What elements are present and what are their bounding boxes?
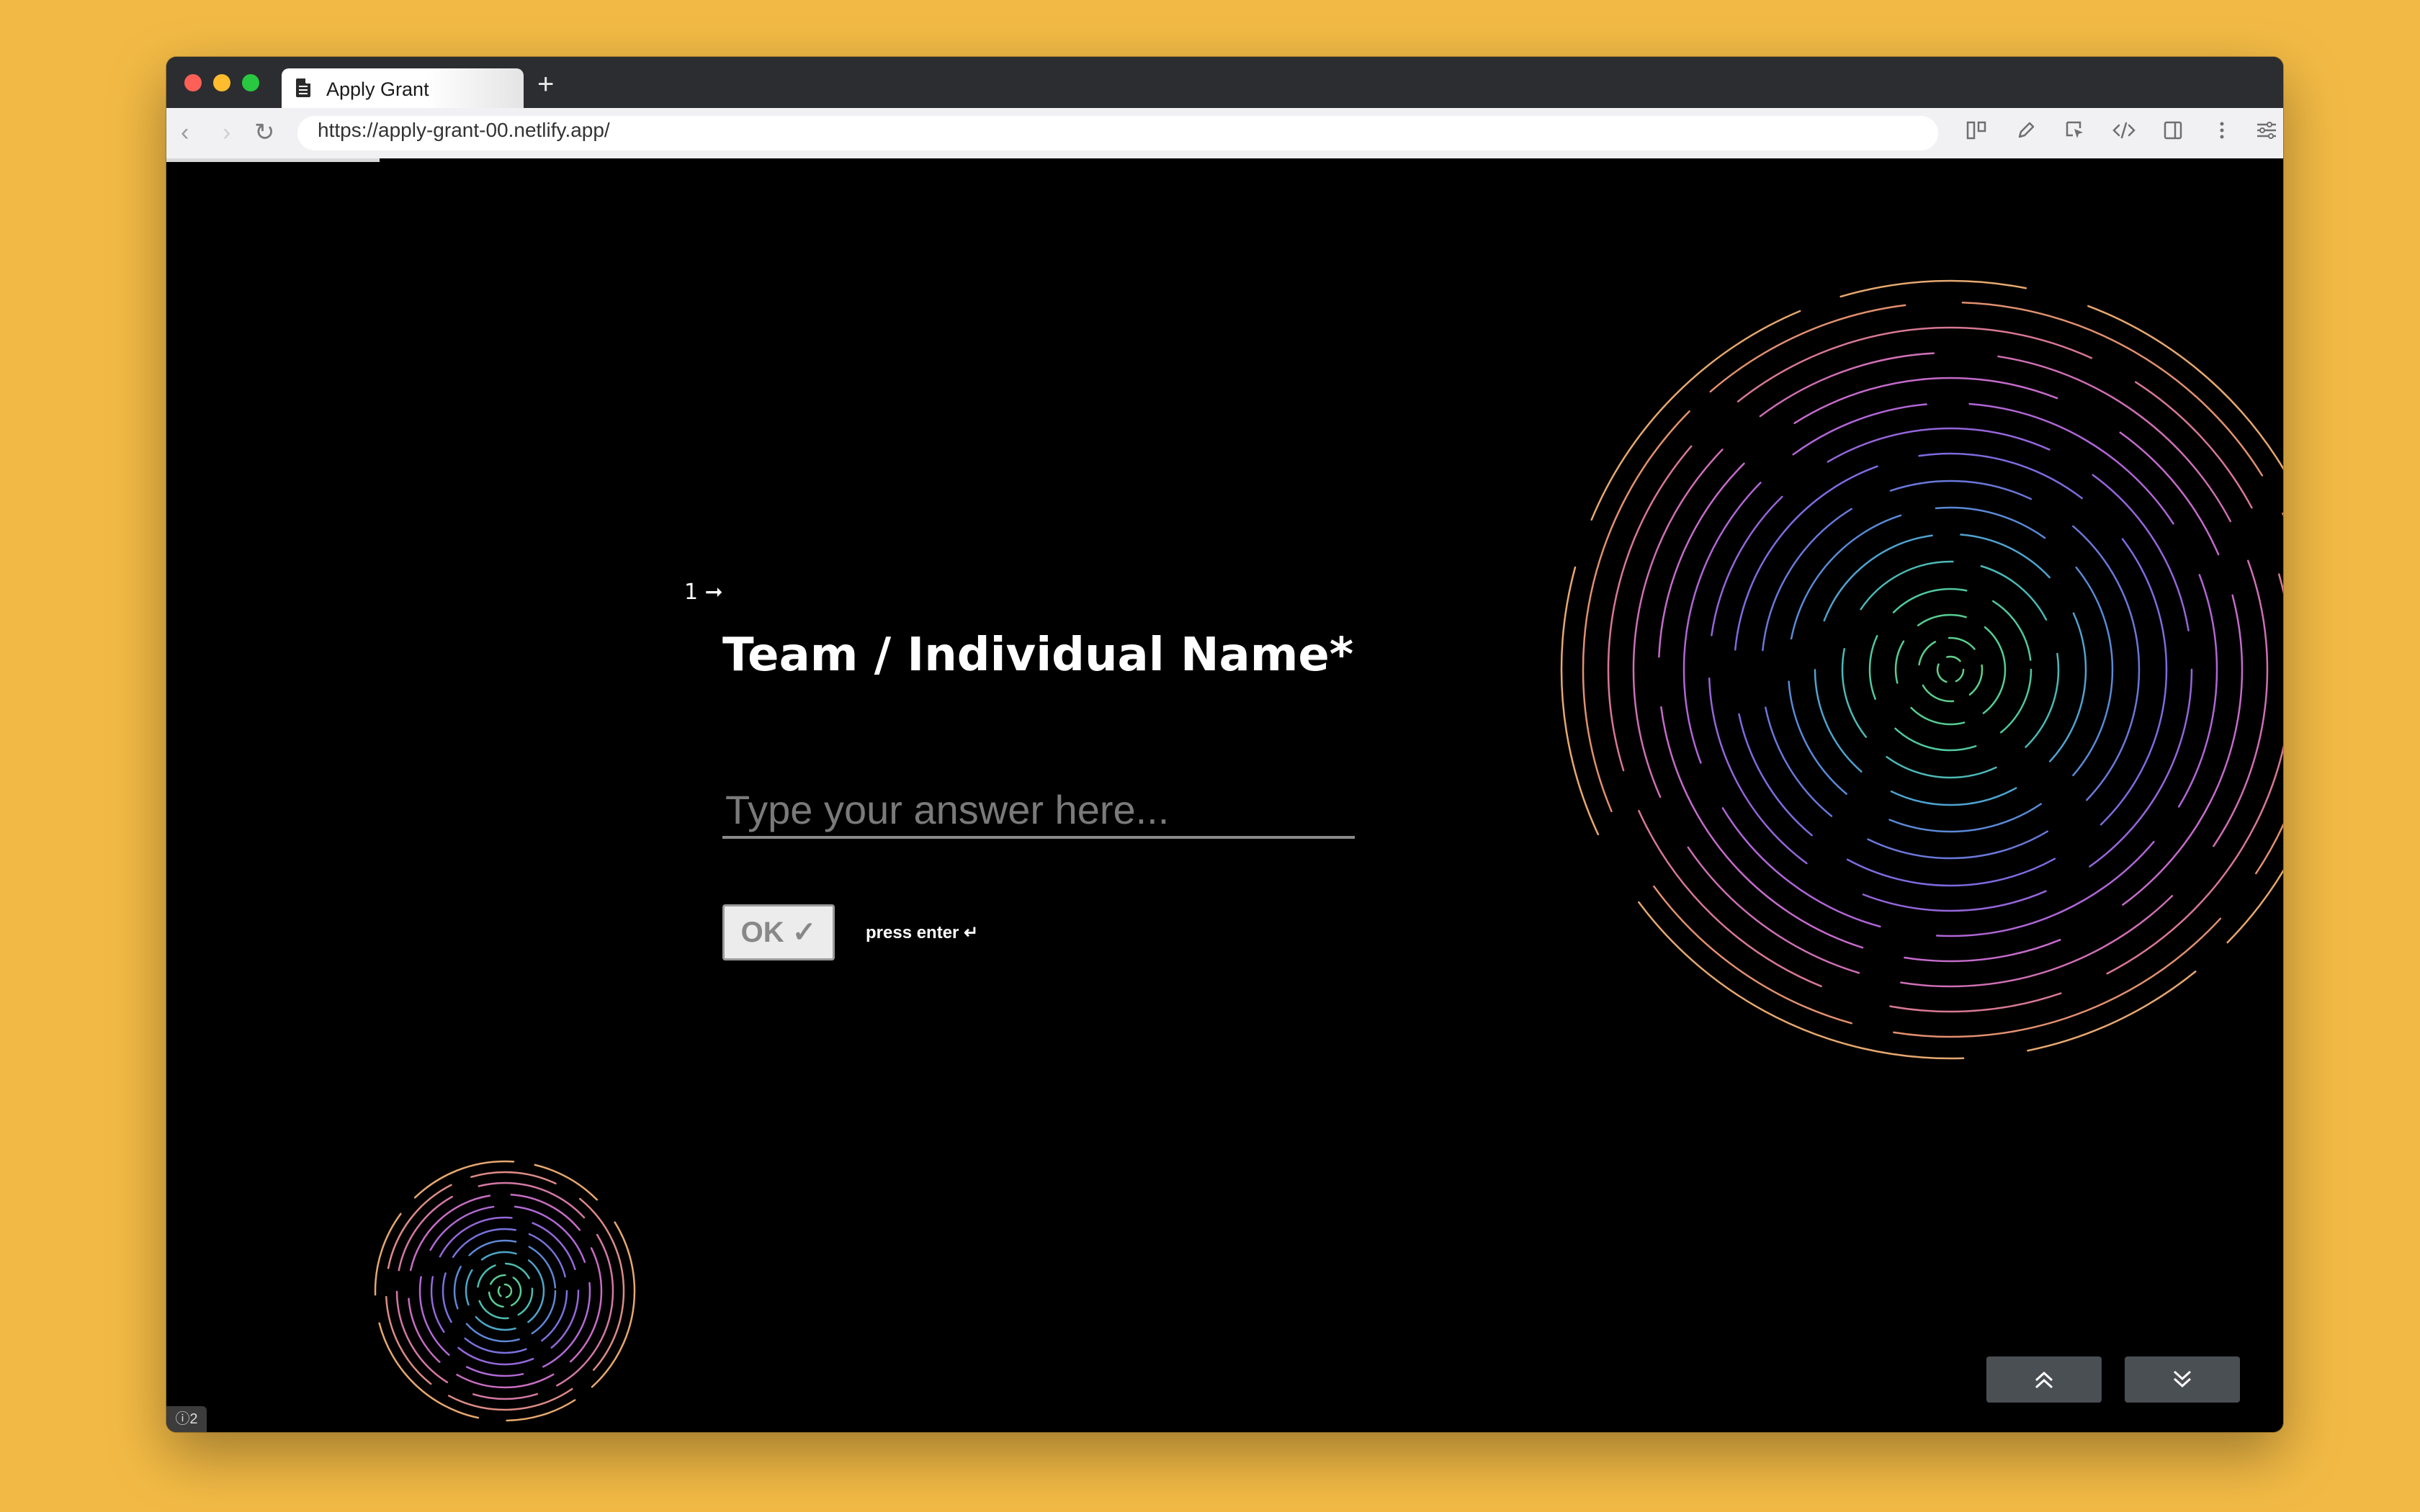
settings-sliders-icon[interactable] [2252, 120, 2281, 147]
forward-button[interactable]: › [223, 120, 230, 145]
ok-button[interactable]: OK ✓ [722, 904, 835, 960]
document-icon [296, 78, 310, 97]
browser-tab[interactable]: Apply Grant [282, 68, 524, 108]
question-number: 1 ➞ [684, 580, 723, 605]
reader-view-icon[interactable] [1963, 120, 1991, 147]
answer-input[interactable] [722, 783, 1355, 839]
tab-title: Apply Grant [326, 78, 429, 100]
small-spiral-decoration [374, 1160, 636, 1422]
reload-button[interactable]: ↻ [254, 120, 275, 145]
maximize-window-button[interactable] [242, 74, 259, 91]
browser-window: Apply Grant + ‹ › ↻ https://apply-grant-… [166, 57, 2283, 1432]
press-enter-hint: press enter ↵ [866, 923, 979, 942]
new-tab-button[interactable]: + [537, 70, 554, 99]
title-bar: Apply Grant + [166, 57, 2283, 108]
code-icon[interactable] [2110, 120, 2138, 147]
back-button[interactable]: ‹ [181, 120, 189, 145]
next-question-button[interactable] [2125, 1356, 2240, 1403]
double-chevron-up-icon [2035, 1371, 2053, 1389]
minimize-window-button[interactable] [213, 74, 230, 91]
sidebar-icon[interactable] [2159, 120, 2187, 147]
large-spiral-decoration [1560, 279, 2283, 1060]
select-element-icon[interactable] [2061, 120, 2089, 147]
close-window-button[interactable] [184, 74, 202, 91]
more-menu-icon[interactable] [2208, 120, 2236, 147]
url-text: https://apply-grant-00.netlify.app/ [318, 119, 610, 141]
previous-question-button[interactable] [1986, 1356, 2102, 1403]
question-title: Team / Individual Name* [722, 629, 1354, 682]
double-chevron-down-icon [2173, 1370, 2192, 1388]
info-badge[interactable]: ⓘ2 [166, 1406, 207, 1432]
pencil-icon[interactable] [2012, 120, 2040, 147]
